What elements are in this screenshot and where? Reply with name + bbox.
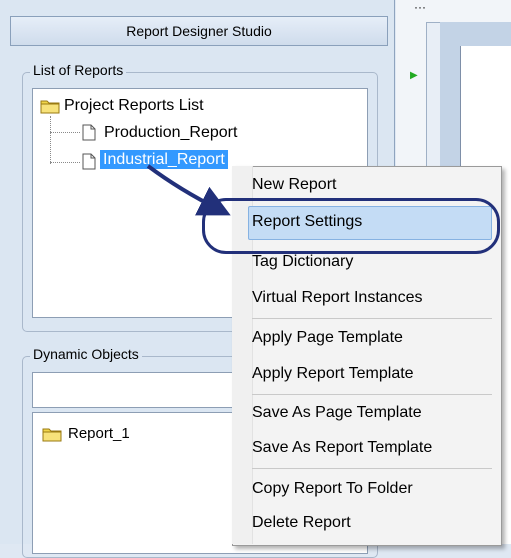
reports-group-label: List of Reports bbox=[30, 62, 127, 78]
tree-line bbox=[50, 116, 51, 164]
menu-item-tag-dictionary[interactable]: Tag Dictionary bbox=[252, 253, 353, 271]
menu-separator bbox=[252, 394, 492, 395]
folder-icon bbox=[40, 98, 60, 114]
menu-separator bbox=[252, 468, 492, 469]
menu-separator bbox=[252, 318, 492, 319]
menu-item-new-report[interactable]: New Report bbox=[252, 176, 336, 194]
dynamic-objects-label: Dynamic Objects bbox=[30, 346, 142, 362]
horizontal-ruler: ··· bbox=[396, 0, 511, 23]
ruler-marker-icon: ▶ bbox=[410, 70, 418, 81]
menu-item-save-as-page-template[interactable]: Save As Page Template bbox=[252, 404, 422, 422]
menu-item-save-as-report-template[interactable]: Save As Report Template bbox=[252, 439, 432, 457]
menu-item-apply-report-template[interactable]: Apply Report Template bbox=[252, 365, 414, 383]
folder-icon bbox=[42, 426, 62, 442]
tree-item-production-report[interactable]: Production_Report bbox=[104, 124, 237, 142]
dynamic-object-item[interactable]: Report_1 bbox=[68, 425, 130, 442]
tree-line bbox=[50, 162, 80, 163]
document-icon bbox=[82, 124, 96, 141]
callout-oval bbox=[202, 198, 500, 254]
tree-line bbox=[50, 132, 80, 133]
menu-item-copy-report-to-folder[interactable]: Copy Report To Folder bbox=[252, 480, 413, 498]
tree-root[interactable]: Project Reports List bbox=[64, 97, 204, 115]
ruler-dots-icon: ··· bbox=[414, 0, 426, 14]
callout-arrow-icon bbox=[146, 164, 231, 216]
menu-item-virtual-report-instances[interactable]: Virtual Report Instances bbox=[252, 289, 422, 307]
menu-item-apply-page-template[interactable]: Apply Page Template bbox=[252, 329, 403, 347]
menu-item-delete-report[interactable]: Delete Report bbox=[252, 514, 351, 532]
panel-title: Report Designer Studio bbox=[10, 16, 388, 46]
document-icon bbox=[82, 153, 96, 170]
